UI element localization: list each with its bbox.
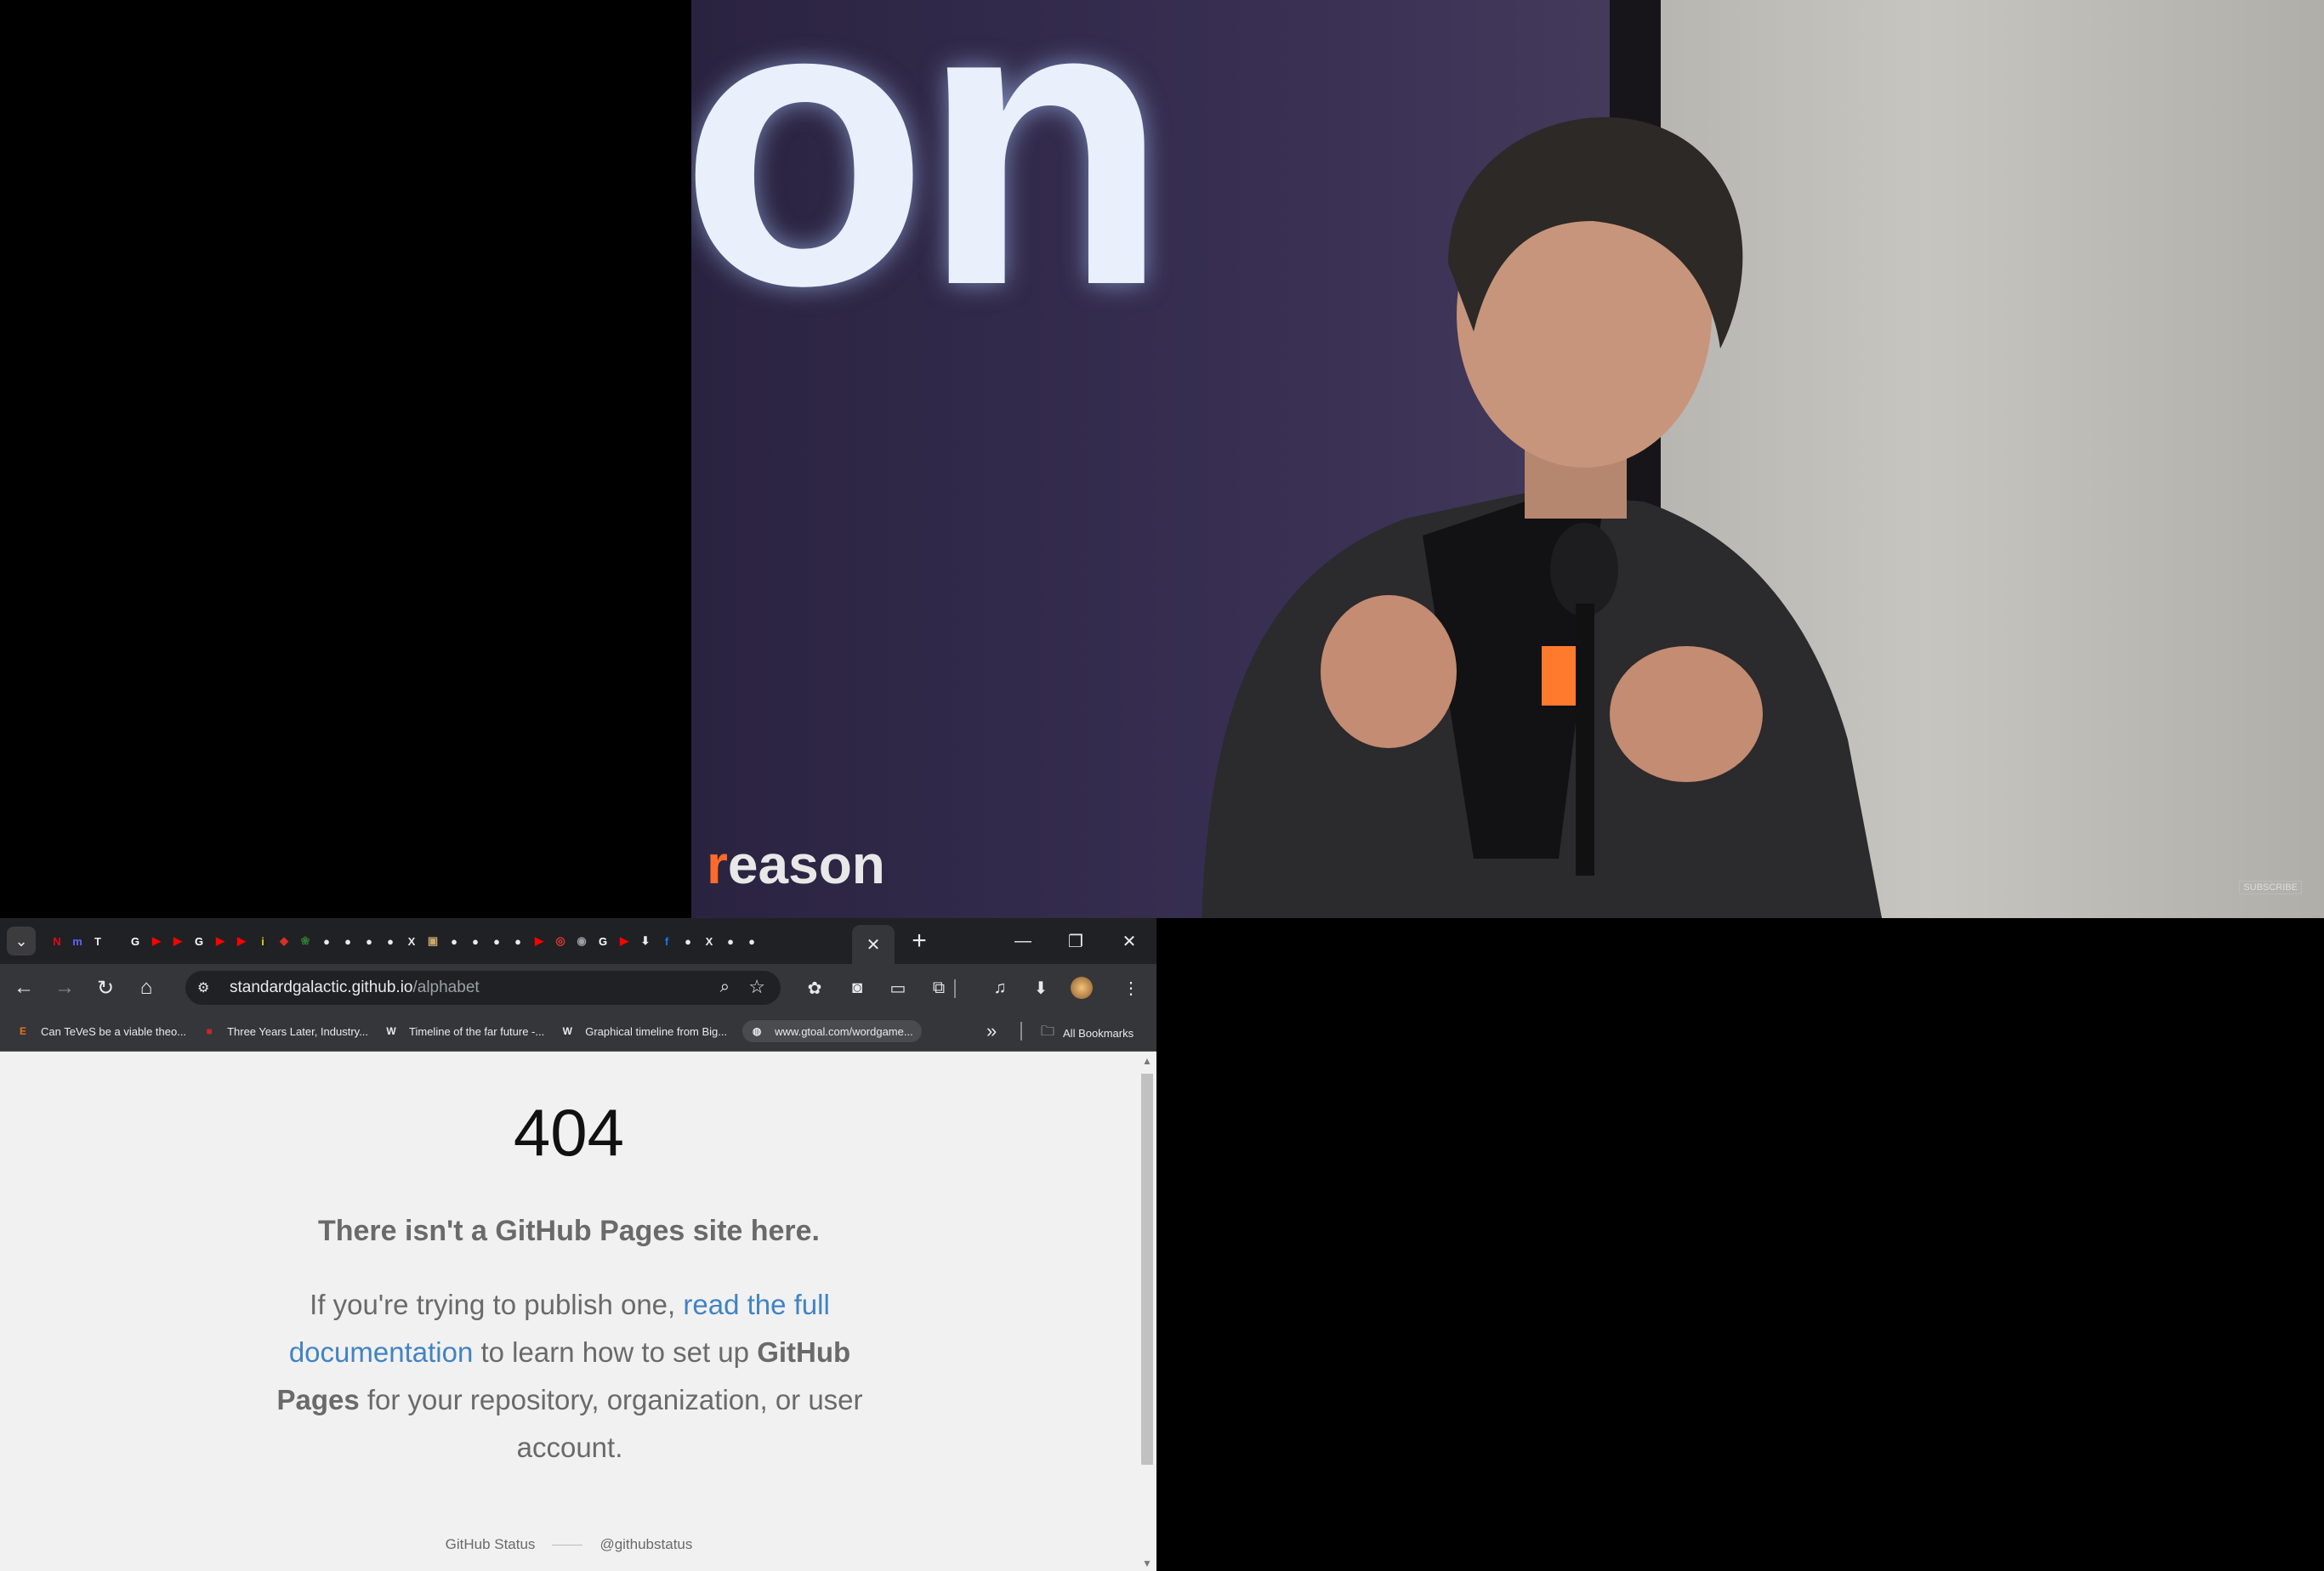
camera-extension-icon[interactable]: ◙ [842,973,872,1003]
cc-extension-icon[interactable]: ▭ [883,973,913,1003]
tab-search-button[interactable]: ⌄ [7,927,36,956]
book-icon[interactable]: T [88,932,107,950]
page-heading: There isn't a GitHub Pages site here. [317,1215,821,1247]
page-content: 404 There isn't a GitHub Pages site here… [0,1052,1138,1571]
bookmark-item[interactable]: W Graphical timeline from Big... [560,1024,728,1039]
home-button[interactable]: ⌂ [129,971,163,1005]
page-description: If you're trying to publish one, read th… [276,1289,863,1463]
globe-icon[interactable]: ◉ [572,932,591,950]
github-icon[interactable]: ● [466,932,485,950]
imdb-icon[interactable]: i [253,932,272,950]
restore-button[interactable]: ❐ [1052,925,1099,957]
close-window-button[interactable]: ✕ [1105,925,1153,957]
bookmark-item[interactable]: ◍ www.gtoal.com/wordgame... [742,1020,922,1042]
page-footer: GitHub Status @githubstatus [0,1536,1138,1553]
profile-avatar-icon[interactable] [1066,973,1097,1003]
more-bookmarks-icon[interactable]: » [986,1020,997,1042]
github-icon[interactable]: ● [445,932,463,950]
youtube-icon[interactable]: ▶ [147,932,166,950]
reason-watermark: reason [707,834,885,895]
githubstatus-link[interactable]: @githubstatus [599,1536,692,1553]
netflix-icon[interactable]: N [48,932,66,950]
github-icon[interactable]: ● [381,932,400,950]
active-tab[interactable]: ✕ [852,925,895,964]
media-controls-icon[interactable]: ♫ [985,973,1015,1003]
github-icon[interactable]: ● [487,932,506,950]
new-tab-button[interactable]: + [905,927,934,956]
extensions-puzzle-icon[interactable]: ⧉ [923,973,954,1003]
download-icon[interactable]: ⬇ [1026,973,1056,1003]
tab-strip: ⌄ NmT G ▶ ▶ G ▶ ▶ i ◆ ❀ ● ● ● ● X ▣ ● ● ● ● ▶ ◎ ◉ G ▶ ⬇ f ● X ● ● ✕ +… [0,918,1156,964]
menu-kebab-icon[interactable]: ⋮ [1116,973,1146,1003]
youtube-icon[interactable]: ▶ [211,932,230,950]
bookmark-label: Can TeVeS be a viable theo... [41,1024,187,1038]
subscribe-watermark[interactable]: SUBSCRIBE [2239,881,2302,894]
youtube-icon[interactable]: ▶ [168,932,187,950]
url-text[interactable]: standardgalactic.github.io/alphabet [230,978,480,997]
target-icon[interactable]: ◎ [551,932,570,950]
speaker-figure [1202,116,1882,918]
bookmark-label: Graphical timeline from Big... [585,1024,728,1038]
scroll-down-icon[interactable]: ▼ [1142,1557,1152,1569]
google-icon[interactable]: G [594,932,612,950]
toolbar-divider [954,979,956,998]
page-scrollbar[interactable]: ▲ ▼ [1138,1052,1156,1571]
address-bar[interactable]: ⚙ standardgalactic.github.io/alphabet ⌕ … [185,971,781,1005]
browser-window: ⌄ NmT G ▶ ▶ G ▶ ▶ i ◆ ❀ ● ● ● ● X ▣ ● ● ● ● ▶ ◎ ◉ G ▶ ⬇ f ● X ● ● ✕ +… [0,918,1156,1571]
minimize-button[interactable]: — [999,925,1047,957]
bookmark-favicon-icon: E [19,1025,26,1037]
image-icon[interactable]: ▣ [423,932,442,950]
bookmark-label: www.gtoal.com/wordgame... [775,1024,913,1038]
youtube-icon[interactable]: ▶ [232,932,251,950]
bookmark-label: Three Years Later, Industry... [227,1024,369,1038]
youtube-icon[interactable]: ▶ [615,932,634,950]
back-button[interactable]: ← [7,971,41,1005]
github-status-link[interactable]: GitHub Status [446,1536,536,1553]
bookmark-item[interactable]: W Timeline of the far future -... [384,1024,544,1039]
github-icon[interactable]: ● [721,932,740,950]
all-bookmarks-button[interactable]: 🗀 All Bookmarks [1041,1022,1134,1045]
bookmarks-divider [1020,1022,1022,1041]
youtube-icon[interactable]: ▶ [530,932,548,950]
forward-button[interactable]: → [48,971,82,1005]
bookmark-label: Timeline of the far future -... [409,1024,545,1038]
github-icon[interactable]: ● [742,932,761,950]
close-tab-icon[interactable]: ✕ [867,934,881,956]
cube-icon[interactable]: ◆ [275,932,293,950]
github-icon[interactable]: ● [317,932,336,950]
tab-list: G ▶ ▶ G ▶ ▶ i ◆ ❀ ● ● ● ● X ▣ ● ● ● ● ▶ ◎ ◉ G ▶ ⬇ f ● X ● ● [126,932,761,950]
bookmark-favicon-icon: W [562,1025,572,1037]
extension-icon[interactable]: ✿ [799,973,830,1003]
reload-button[interactable]: ↻ [88,971,122,1005]
bookmark-star-icon[interactable]: ☆ [748,976,765,998]
bookmark-item[interactable]: E Can TeVeS be a viable theo... [15,1024,186,1039]
google-icon[interactable]: G [126,932,145,950]
video-player[interactable]: on reason SUBSCRIBE [691,0,2324,918]
error-code: 404 [513,1095,625,1170]
scrollbar-thumb[interactable] [1141,1074,1153,1465]
pinned-tabs: NmT [48,932,107,950]
toolbar: ← → ↻ ⌂ ⚙ standardgalactic.github.io/alp… [0,964,1156,1012]
github-icon[interactable]: ● [338,932,357,950]
folder-icon: 🗀 [1041,1024,1055,1039]
bookmark-favicon-icon: ■ [206,1025,213,1037]
bookmark-item[interactable]: ■ Three Years Later, Industry... [202,1024,368,1039]
mastodon-icon[interactable]: m [68,932,87,950]
download-icon[interactable]: ⬇ [636,932,655,950]
github-icon[interactable]: ● [360,932,378,950]
bookmarks-bar: E Can TeVeS be a viable theo... ■ Three Yea… [0,1012,1156,1052]
scroll-up-icon[interactable]: ▲ [1142,1055,1152,1067]
leaf-icon[interactable]: ❀ [296,932,315,950]
github-icon[interactable]: ● [679,932,697,950]
facebook-icon[interactable]: f [657,932,676,950]
x-icon[interactable]: X [402,932,421,950]
bookmark-favicon-icon: W [386,1025,396,1037]
x-icon[interactable]: X [700,932,719,950]
github-icon[interactable]: ● [509,932,527,950]
zoom-icon[interactable]: ⌕ [720,978,730,997]
bookmark-favicon-icon: ◍ [752,1025,762,1037]
google-icon[interactable]: G [190,932,208,950]
site-info-icon[interactable]: ⚙ [197,979,221,996]
